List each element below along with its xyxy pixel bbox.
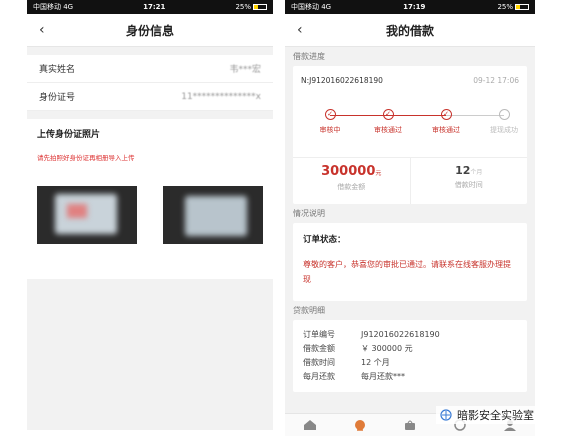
loan-period-label: 借款时间 xyxy=(454,181,483,189)
page-title: 我的借款 xyxy=(385,23,434,38)
loan-amount-label: 借款金额 xyxy=(337,183,366,191)
nav-bar: ‹ 身份信息 xyxy=(27,14,273,47)
back-icon[interactable]: ‹ xyxy=(297,22,303,38)
id-number-value: 11**************x xyxy=(181,91,261,102)
order-number: N:J912016022618190 xyxy=(301,76,383,85)
upload-section: 上传身份证照片 请先拍照好身份证再相册导入上传 xyxy=(27,119,273,279)
battery-icon xyxy=(253,4,267,10)
check-circle-icon: ✓ xyxy=(382,109,394,120)
status-bar: 中国移动 4G 17:21 25% xyxy=(27,0,273,14)
back-icon[interactable]: ‹ xyxy=(39,22,45,38)
clock-text: 17:21 xyxy=(143,3,166,11)
detail-value: 每月还款*** xyxy=(361,372,405,381)
battery-indicator: 25% xyxy=(497,3,529,11)
detail-key: 订单编号 xyxy=(303,330,335,339)
real-name-label: 真实姓名 xyxy=(39,65,76,75)
progress-step-label: 审核通过 xyxy=(374,126,402,134)
bag-icon[interactable] xyxy=(403,419,417,431)
page-title: 身份信息 xyxy=(125,23,174,38)
detail-value: J912016022618190 xyxy=(361,330,440,339)
upload-title: 上传身份证照片 xyxy=(37,130,101,140)
loan-period-unit: 个月 xyxy=(470,169,483,176)
real-name-value: 韦***宏 xyxy=(229,65,261,75)
id-number-row: 身份证号 11**************x xyxy=(27,83,273,111)
battery-icon xyxy=(515,4,529,10)
detail-row: 借款时间 12 个月 xyxy=(303,356,517,370)
progress-step: 提现成功 xyxy=(479,109,529,135)
order-date: 09-12 17:06 xyxy=(473,76,519,85)
order-status-title: 订单状态： xyxy=(303,235,346,245)
loan-period-stat: 12个月 借款时间 xyxy=(409,158,528,204)
detail-key: 每月还款 xyxy=(303,372,335,381)
loan-detail-card: 订单编号 J912016022618190 借款金额 ￥ 300000 元借款时间 12… xyxy=(293,320,527,392)
progress-card: N:J912016022618190 09-12 17:06 ✓ 审核中 ✓ 审核通过… xyxy=(293,66,527,204)
status-bar: 中国移动 4G 17:19 25% xyxy=(285,0,535,14)
clock-text: 17:19 xyxy=(403,3,426,11)
detail-value: ￥ 300000 元 xyxy=(361,344,413,353)
progress-step: ✓ 审核通过 xyxy=(363,109,413,135)
id-number-label: 身份证号 xyxy=(39,93,76,103)
id-card-front-photo[interactable] xyxy=(37,186,137,244)
watermark: 暗影安全实验室 xyxy=(436,406,536,424)
status-section-label: 情况说明 xyxy=(293,209,325,218)
order-status-message: 尊敬的客户，恭喜您的审批已通过。请联系在线客服办理提现 xyxy=(303,260,511,284)
upload-hint: 请先拍照好身份证再相册导入上传 xyxy=(37,154,135,162)
nav-bar: ‹ 我的借款 xyxy=(285,14,535,47)
detail-row: 借款金额 ￥ 300000 元 xyxy=(303,342,517,356)
progress-step: ✓ 审核通过 xyxy=(421,109,471,135)
carrier-text: 中国移动 4G xyxy=(33,3,74,11)
progress-section-label: 借款进度 xyxy=(293,52,325,61)
status-card: 订单状态： 尊敬的客户，恭喜您的审批已通过。请联系在线客服办理提现 xyxy=(293,223,527,301)
progress-step-label: 审核中 xyxy=(319,126,341,134)
detail-key: 借款时间 xyxy=(303,358,335,367)
detail-section-label: 贷款明细 xyxy=(293,306,325,315)
detail-row: 每月还款 每月还款*** xyxy=(303,370,517,384)
loan-amount-stat: 300000元 借款金额 xyxy=(293,158,410,204)
check-circle-icon: ✓ xyxy=(440,109,452,120)
id-card-back-photo[interactable] xyxy=(163,186,263,244)
carrier-text: 中国移动 4G xyxy=(291,3,332,11)
progress-step-label: 提现成功 xyxy=(490,126,518,134)
loan-amount-value: 300000 xyxy=(321,164,376,179)
loan-icon[interactable] xyxy=(353,419,367,431)
home-icon[interactable] xyxy=(303,419,317,431)
progress-steps: ✓ 审核中 ✓ 审核通过 ✓ 审核通过 提现成功 xyxy=(293,109,527,157)
empty-circle-icon xyxy=(498,109,510,120)
watermark-logo-icon xyxy=(440,409,452,421)
battery-indicator: 25% xyxy=(235,3,267,11)
detail-key: 借款金额 xyxy=(303,344,335,353)
real-name-row: 真实姓名 韦***宏 xyxy=(27,55,273,83)
check-circle-icon: ✓ xyxy=(324,109,336,120)
identity-screen: 中国移动 4G 17:21 25% ‹ 身份信息 真实姓名 韦***宏 身份证号… xyxy=(27,0,273,430)
loan-amount-unit: 元 xyxy=(375,170,382,177)
progress-step-label: 审核通过 xyxy=(432,126,460,134)
progress-step: ✓ 审核中 xyxy=(305,109,355,135)
loan-period-value: 12 xyxy=(455,164,471,177)
detail-row: 订单编号 J912016022618190 xyxy=(303,328,517,342)
loan-screen: 中国移动 4G 17:19 25% ‹ 我的借款 借款进度 N:J9120160… xyxy=(285,0,535,436)
detail-value: 12 个月 xyxy=(361,358,390,367)
watermark-text: 暗影安全实验室 xyxy=(457,409,534,422)
